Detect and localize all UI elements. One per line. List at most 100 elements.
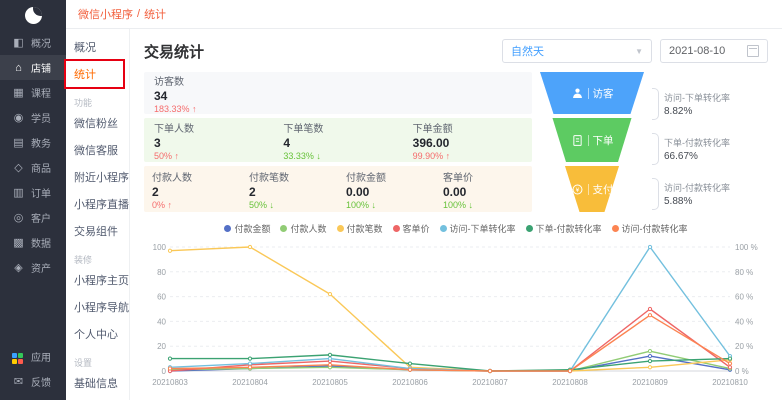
sidebar-item-orders[interactable]: ▥订单 bbox=[0, 180, 66, 205]
stat-label: 客单价 bbox=[443, 169, 524, 184]
breadcrumb-current: 统计 bbox=[144, 6, 166, 22]
menu-group-header: 装修 bbox=[66, 246, 129, 268]
date-picker[interactable]: 2021-08-10 bbox=[660, 39, 768, 63]
menu-item-basic-info[interactable]: 基础信息 bbox=[66, 371, 129, 398]
sidebar-item-label: 教务 bbox=[31, 135, 51, 150]
svg-text:0 %: 0 % bbox=[735, 367, 749, 376]
legend-label: 客单价 bbox=[403, 222, 430, 235]
stat-value: 396.00 bbox=[413, 136, 522, 150]
stats-row: 访客数34183.33% ↑ bbox=[144, 72, 532, 114]
stats-row: 付款人数20% ↑付款笔数250% ↓付款金额0.00100% ↓客单价0.00… bbox=[144, 166, 532, 212]
menu-item-miniprogram-home[interactable]: 小程序主页 bbox=[66, 268, 129, 295]
sidebar-item-apps[interactable]: 应用 bbox=[0, 344, 66, 369]
svg-text:20210808: 20210808 bbox=[552, 378, 588, 387]
stat-value: 34 bbox=[154, 89, 264, 103]
menu-item-miniprogram-live[interactable]: 小程序直播 bbox=[66, 192, 129, 219]
sidebar-item-label: 商品 bbox=[31, 160, 51, 175]
stat-label: 付款笔数 bbox=[249, 169, 330, 184]
funnel-pay: ¥支付 bbox=[540, 166, 644, 212]
sidebar-item-label: 概况 bbox=[31, 35, 51, 50]
data-icon: ▩ bbox=[12, 236, 25, 249]
period-select[interactable]: 自然天 ▼ bbox=[502, 39, 652, 63]
legend-label: 付款金额 bbox=[234, 222, 270, 235]
sidebar-spacer bbox=[0, 280, 66, 344]
sidebar-item-shop[interactable]: ⌂店铺 bbox=[0, 55, 66, 80]
menu-item-nearby-miniprogram[interactable]: 附近小程序 bbox=[66, 165, 129, 192]
customer-icon: ◎ bbox=[12, 211, 25, 224]
legend-item-6[interactable]: 访问-付款转化率 bbox=[612, 222, 688, 235]
legend-dot bbox=[280, 225, 287, 232]
menu-item-stats[interactable]: 统计 bbox=[66, 62, 129, 89]
svg-text:20: 20 bbox=[157, 342, 166, 351]
menu-group-header: 设置 bbox=[66, 349, 129, 371]
order-icon bbox=[571, 134, 584, 147]
stat-value: 3 bbox=[154, 136, 263, 150]
stat-label: 付款金额 bbox=[346, 169, 427, 184]
sidebar-item-label: 应用 bbox=[31, 349, 51, 364]
student-icon: ◉ bbox=[12, 111, 25, 124]
stat-label: 下单人数 bbox=[154, 120, 263, 135]
legend-item-1[interactable]: 付款人数 bbox=[280, 222, 326, 235]
conversion-text: 下单-付款转化率66.67% bbox=[664, 136, 730, 162]
sidebar-item-teaching[interactable]: ▤教务 bbox=[0, 130, 66, 155]
stat-pay-amount: 付款金额0.00100% ↓ bbox=[338, 166, 435, 212]
apps-icon bbox=[12, 349, 25, 364]
sidebar-item-student[interactable]: ◉学员 bbox=[0, 105, 66, 130]
primary-nav-bottom: 应用 ✉反馈 bbox=[0, 344, 66, 394]
svg-text:20210805: 20210805 bbox=[312, 378, 348, 387]
legend-item-4[interactable]: 访问-下单转化率 bbox=[440, 222, 516, 235]
funnel-visitor: 访客 bbox=[540, 72, 644, 114]
sidebar-item-assets[interactable]: ◈资产 bbox=[0, 255, 66, 280]
menu-item-wechat-fans[interactable]: 微信粉丝 bbox=[66, 111, 129, 138]
legend-dot bbox=[224, 225, 231, 232]
legend-item-0[interactable]: 付款金额 bbox=[224, 222, 270, 235]
stat-value: 0.00 bbox=[443, 185, 524, 199]
conversion-value: 5.88% bbox=[664, 196, 730, 207]
stat-label: 付款人数 bbox=[152, 169, 233, 184]
legend-dot bbox=[612, 225, 619, 232]
stat-label: 下单金额 bbox=[413, 120, 522, 135]
stat-change: 50% ↓ bbox=[249, 200, 330, 210]
menu-item-overview[interactable]: 概况 bbox=[66, 35, 129, 62]
secondary-nav: 概况统计功能微信粉丝微信客服附近小程序小程序直播交易组件装修小程序主页小程序导航… bbox=[66, 35, 129, 398]
legend-item-2[interactable]: 付款笔数 bbox=[337, 222, 383, 235]
stat-value: 4 bbox=[283, 136, 392, 150]
logo-area[interactable] bbox=[0, 0, 66, 30]
stat-avg-order-value: 客单价0.00100% ↓ bbox=[435, 166, 532, 212]
primary-sidebar: ◧概况⌂店铺▦课程◉学员▤教务◇商品▥订单◎客户 ▩ 数据 ◈资产 应用 ✉反馈 bbox=[0, 0, 66, 400]
sidebar-item-data[interactable]: ▩ 数据 bbox=[0, 230, 66, 255]
main-header: 交易统计 自然天 ▼ 2021-08-10 bbox=[144, 39, 768, 63]
shop-icon: ⌂ bbox=[12, 62, 25, 74]
sidebar-item-feedback[interactable]: ✉反馈 bbox=[0, 369, 66, 394]
order-icon: ▥ bbox=[12, 186, 25, 199]
sidebar-item-overview[interactable]: ◧概况 bbox=[0, 30, 66, 55]
menu-item-personal-center[interactable]: 个人中心 bbox=[66, 322, 129, 349]
menu-item-trade-component[interactable]: 交易组件 bbox=[66, 219, 129, 246]
stats-grid: 访客数34183.33% ↑下单人数350% ↑下单笔数433.33% ↓下单金… bbox=[144, 72, 532, 212]
sidebar-item-goods[interactable]: ◇商品 bbox=[0, 155, 66, 180]
topbar: 微信小程序 / 统计 bbox=[66, 0, 782, 29]
svg-text:60 %: 60 % bbox=[735, 293, 753, 302]
legend-item-3[interactable]: 客单价 bbox=[393, 222, 430, 235]
menu-item-miniprogram-nav[interactable]: 小程序导航 bbox=[66, 295, 129, 322]
calendar-icon bbox=[747, 45, 759, 57]
chart-area: 00 %2020 %4040 %6060 %8080 %100100 %2021… bbox=[144, 239, 768, 391]
funnel: 访客下单¥支付 bbox=[540, 72, 644, 212]
breadcrumb-parent[interactable]: 微信小程序 bbox=[78, 6, 133, 22]
feedback-icon: ✉ bbox=[12, 375, 25, 388]
sidebar-item-label: 资产 bbox=[31, 260, 51, 275]
stat-visitors: 访客数34183.33% ↑ bbox=[144, 72, 274, 114]
sidebar-item-course[interactable]: ▦课程 bbox=[0, 80, 66, 105]
stat-value: 2 bbox=[152, 185, 233, 199]
legend-item-5[interactable]: 下单-付款转化率 bbox=[526, 222, 602, 235]
chart-svg: 00 %2020 %4040 %6060 %8080 %100100 %2021… bbox=[144, 239, 768, 391]
sidebar-item-label: 数据 bbox=[31, 235, 51, 250]
menu-item-wechat-service[interactable]: 微信客服 bbox=[66, 138, 129, 165]
funnel-divider bbox=[588, 135, 589, 146]
course-icon: ▦ bbox=[12, 86, 25, 99]
svg-text:20210804: 20210804 bbox=[232, 378, 268, 387]
legend-label: 付款笔数 bbox=[347, 222, 383, 235]
conversion-value: 66.67% bbox=[664, 151, 730, 162]
stat-change: 99.90% ↑ bbox=[413, 151, 522, 161]
sidebar-item-customers[interactable]: ◎客户 bbox=[0, 205, 66, 230]
